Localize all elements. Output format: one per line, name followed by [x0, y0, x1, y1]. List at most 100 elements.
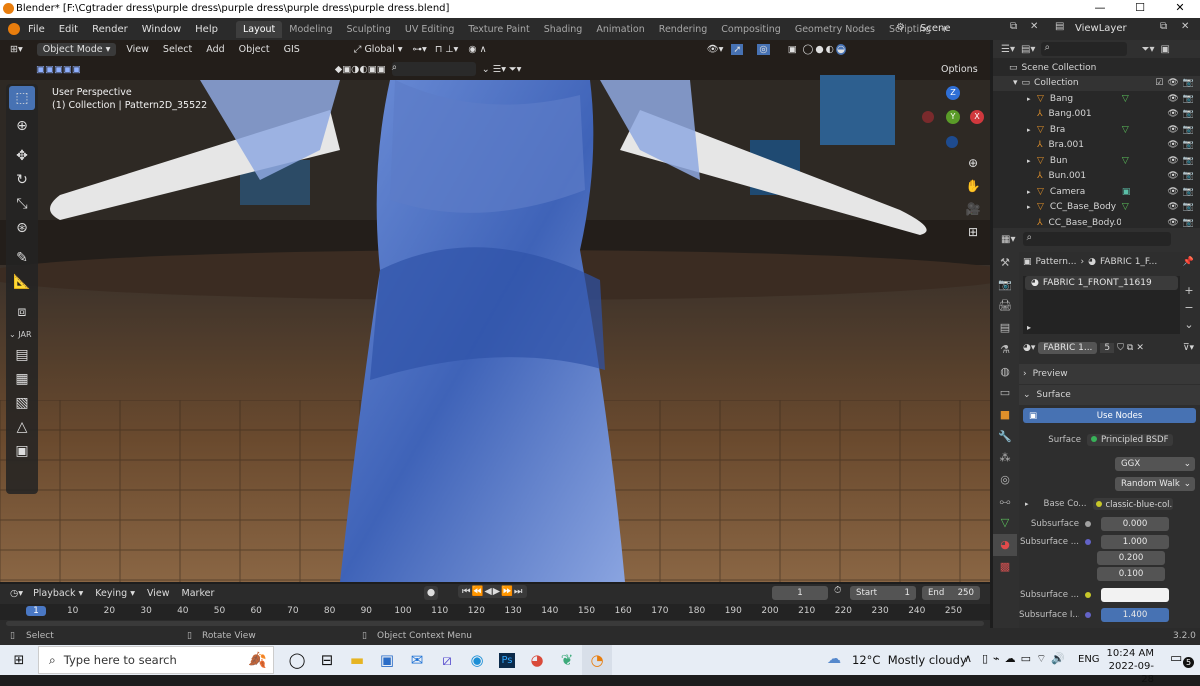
visibility-eye-icon[interactable]: 👁 [1167, 140, 1178, 150]
app-icon[interactable]: ⧄ [432, 645, 462, 675]
tab-modeling[interactable]: Modeling [282, 21, 339, 38]
remove-viewlayer-icon[interactable]: ✕ [1181, 21, 1189, 32]
maximize-button[interactable]: ☐ [1120, 1, 1160, 14]
radius-x-field[interactable]: 1.000 [1101, 535, 1169, 549]
surface-section[interactable]: ⌄ Surface [1019, 385, 1200, 405]
outliner-search-field[interactable]: ⌕ [1041, 42, 1128, 56]
play-icon[interactable]: ▶ [493, 586, 501, 597]
render-camera-icon[interactable]: 📷 [1183, 109, 1194, 119]
xray-icon[interactable]: ▣ [788, 44, 797, 55]
radius-y-field[interactable]: 0.200 [1097, 551, 1165, 565]
select-tool-icon[interactable]: ⬚ [9, 86, 35, 110]
timeline-scrollbar[interactable] [6, 621, 984, 626]
copy-viewlayer-icon[interactable]: ⧉ [1160, 21, 1167, 32]
tool-tab-icon[interactable]: ⚒ [993, 252, 1017, 274]
outliner-item[interactable]: ⅄ CC_Base_Body.001 👁 📷 [993, 215, 1200, 231]
viewport-menu-gis[interactable]: GIS [284, 44, 300, 55]
jar-tool-2-icon[interactable]: ▦ [9, 367, 35, 391]
task-view-icon[interactable]: ◯ [282, 645, 312, 675]
scale-tool-icon[interactable]: ⤡ [9, 192, 35, 216]
render-tab-icon[interactable]: 📷 [993, 274, 1017, 296]
camera-view-icon[interactable]: 🎥 [962, 198, 984, 221]
select-box-icon[interactable]: ▣▣▣▣▣ [36, 64, 81, 75]
subsurface-method-dropdown[interactable]: Random Walk ⌄ [1115, 477, 1195, 491]
shading-material-icon[interactable]: ◐ [826, 44, 834, 55]
3d-viewport[interactable]: ⊞▾ Object Mode ▾ View Select Add Object GIS … [0, 40, 990, 582]
visibility-eye-icon[interactable]: 👁 [1167, 94, 1178, 104]
filter-icons[interactable]: ⌄ ☰▾ ⏷▾ [482, 64, 522, 75]
pan-hand-icon[interactable]: ✋ [962, 175, 984, 198]
viewport-search-field[interactable]: ⌕ [391, 62, 476, 76]
copy-scene-icon[interactable]: ⧉ [1010, 21, 1017, 32]
chrome-icon[interactable]: ◕ [522, 645, 552, 675]
widgets-icon[interactable]: ⊟ [312, 645, 342, 675]
base-color-field[interactable]: classic-blue-col... [1092, 498, 1173, 510]
outliner-editor-icon[interactable]: ☰▾ [1001, 44, 1015, 55]
measure-tool-icon[interactable]: 📐 [9, 270, 35, 294]
record-button[interactable]: ● [424, 586, 438, 600]
expand-arrow-icon[interactable]: ▾ [1013, 78, 1018, 88]
timeline-menu-keying[interactable]: Keying ▾ [95, 588, 135, 599]
jar-tool-4-icon[interactable]: △ [9, 415, 35, 439]
object-tab-icon[interactable]: ■ [993, 404, 1017, 426]
next-keyframe-icon[interactable]: ⏩ [501, 586, 514, 597]
outliner-item[interactable]: ▸ ▽ Camera ▣ 👁 📷 [993, 184, 1200, 200]
prev-keyframe-icon[interactable]: ⏪ [472, 586, 485, 597]
menu-help[interactable]: Help [195, 24, 218, 35]
visibility-eye-icon[interactable]: 👁 [1167, 187, 1178, 197]
collection-row[interactable]: ▾ ▭ Collection ☑ 👁 📷 [993, 75, 1200, 91]
expand-arrow-icon[interactable]: ▸ [1027, 188, 1037, 196]
render-camera-icon[interactable]: 📷 [1183, 78, 1194, 88]
render-camera-icon[interactable]: 📷 [1183, 187, 1194, 197]
timeline-editor-icon[interactable]: ◷▾ [10, 588, 23, 599]
transform-orientation-selector[interactable]: ⤢ Global ▾ [354, 44, 403, 55]
visibility-eye-icon[interactable]: 👁 [1167, 202, 1178, 212]
tab-texture-paint[interactable]: Texture Paint [461, 21, 536, 38]
remove-slot-icon[interactable]: − [1179, 299, 1199, 316]
physics-tab-icon[interactable]: ◎ [993, 469, 1017, 491]
selection-mode-icons[interactable]: ◆▣◑◐▣▣ [335, 64, 386, 75]
stopwatch-icon[interactable]: ⏱ [834, 585, 841, 596]
gizmo-toggle-icon[interactable]: ➚ [731, 43, 744, 55]
outliner-item[interactable]: ▸ ▽ Bra ▽ 👁 📷 [993, 122, 1200, 138]
base-color-expand-icon[interactable]: ▸ [1025, 500, 1029, 508]
outliner-item[interactable]: ⅄ Bra.001 👁 📷 [993, 138, 1200, 154]
jar-tool-3-icon[interactable]: ▧ [9, 391, 35, 415]
jar-tool-5-icon[interactable]: ▣ [9, 439, 35, 463]
tab-rendering[interactable]: Rendering [652, 21, 715, 38]
unlink-material-icon[interactable]: ✕ [1136, 343, 1144, 353]
properties-search-field[interactable]: ⌕ [1023, 232, 1172, 246]
current-frame-field[interactable]: 1 [772, 586, 828, 600]
render-camera-icon[interactable]: 📷 [1183, 202, 1194, 212]
viewport-menu-select[interactable]: Select [163, 44, 192, 55]
collection-checkbox[interactable]: ☑ [1155, 78, 1163, 88]
expand-arrow-icon[interactable]: ▸ [1027, 95, 1037, 103]
texture-tab-icon[interactable]: ▩ [993, 556, 1017, 578]
gizmo-neg-x[interactable] [922, 111, 934, 123]
distribution-dropdown[interactable]: GGX ⌄ [1115, 457, 1195, 471]
outliner-item[interactable]: ▸ ▽ Bun ▽ 👁 📷 [993, 153, 1200, 169]
timeline-ruler[interactable]: 1 10 20 30 40 50 60 70 80 90 100 110 120 130 140 150 160… [0, 604, 990, 620]
fake-user-icon[interactable]: ⛉ [1117, 343, 1124, 353]
user-count-field[interactable]: 5 [1100, 343, 1115, 353]
viewlayer-icon[interactable]: ▤ [1055, 21, 1064, 32]
particles-tab-icon[interactable]: ⁂ [993, 447, 1017, 469]
add-cube-tool-icon[interactable]: ⧈ [9, 300, 35, 324]
menu-window[interactable]: Window [142, 24, 181, 35]
ortho-grid-icon[interactable]: ⊞ [962, 221, 984, 244]
shading-solid-icon[interactable]: ● [815, 44, 823, 55]
gizmo-y-axis[interactable]: Y [946, 110, 960, 124]
render-camera-icon[interactable]: 📷 [1183, 94, 1194, 104]
gizmo-z-axis[interactable]: Z [946, 86, 960, 100]
tab-shading[interactable]: Shading [537, 21, 590, 38]
render-camera-icon[interactable]: 📷 [1183, 125, 1194, 135]
visibility-eye-icon[interactable]: 👁 [1167, 171, 1178, 181]
zoom-icon[interactable]: ⊕ [962, 152, 984, 175]
visibility-eye-icon[interactable]: 👁 [1167, 109, 1178, 119]
material-name-field[interactable]: FABRIC 1... [1038, 342, 1098, 354]
timeline-menu-marker[interactable]: Marker [182, 588, 215, 599]
subsurface-color-swatch[interactable] [1101, 588, 1169, 602]
viewport-scene-render[interactable] [0, 40, 990, 582]
overlay-toggle-icon[interactable]: ◎ [757, 43, 770, 55]
add-slot-icon[interactable]: + [1179, 282, 1199, 299]
